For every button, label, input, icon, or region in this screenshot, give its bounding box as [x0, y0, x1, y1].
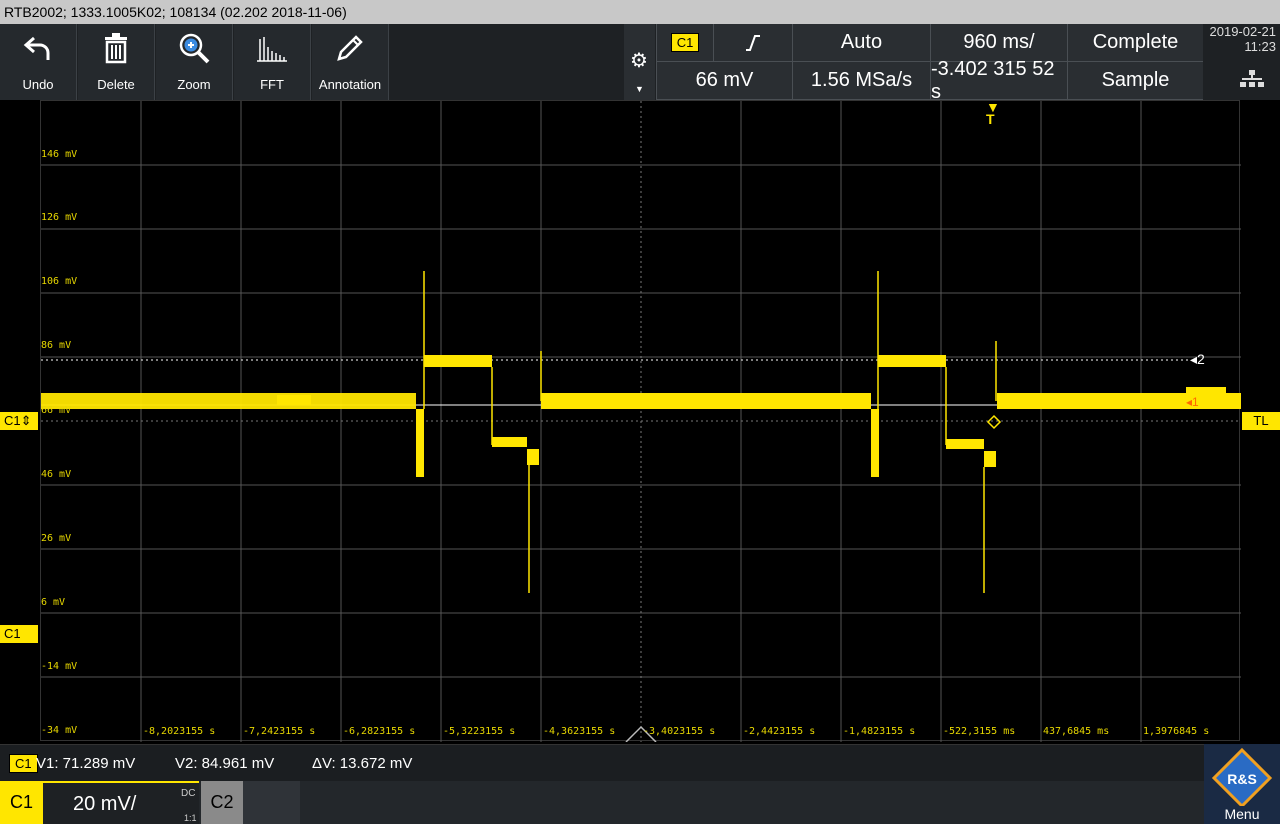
undo-label: Undo: [22, 77, 54, 92]
x-axis-label: -2,4423155 s: [743, 726, 816, 737]
cursor-measurements-bar: C1 V1: 71.289 mV V2: 84.961 mV ΔV: 13.67…: [0, 744, 1280, 781]
trigger-mode-cell[interactable]: Auto: [792, 24, 930, 62]
trigger-position-cell[interactable]: -3.402 315 52 s: [930, 58, 1067, 103]
v2-readout: V2: 84.961 mV: [175, 755, 275, 772]
svg-text:R&S: R&S: [1227, 771, 1257, 787]
undo-icon: [0, 30, 76, 66]
y-axis-label: 26 mV: [41, 533, 72, 544]
x-axis-label: -7,2423155 s: [243, 726, 316, 737]
y-axis-label: 106 mV: [41, 276, 78, 287]
y-axis-label: 6 mV: [41, 597, 66, 608]
c1-offset-text: C1: [4, 626, 21, 641]
y-axis-label: 86 mV: [41, 340, 72, 351]
x-axis-label: -4,3623155 s: [543, 726, 616, 737]
annotation-label: Annotation: [318, 77, 382, 92]
trigger-marker-label: T: [986, 111, 995, 127]
channel-2-settings[interactable]: [243, 781, 300, 824]
x-axis-label: 1,3976845 s: [1143, 726, 1210, 737]
delete-label: Delete: [97, 77, 135, 92]
gear-icon: ⚙: [630, 50, 648, 72]
x-axis-label: -3,4023155 s: [643, 726, 716, 737]
annotation-button[interactable]: Annotation: [312, 24, 389, 100]
cursor-1-label[interactable]: ◂1: [1186, 395, 1199, 409]
y-axis-label: 146 mV: [41, 149, 78, 160]
datetime: 2019-02-21 11:23: [1204, 24, 1277, 54]
channel-1-offset-marker[interactable]: C1: [0, 625, 38, 643]
y-axis-label: 126 mV: [41, 212, 78, 223]
trash-icon: [78, 30, 154, 66]
undo-button[interactable]: Undo: [0, 24, 77, 100]
zoom-icon: [156, 30, 232, 66]
rohde-schwarz-logo-icon: R&S: [1211, 747, 1273, 809]
y-axis-label: -14 mV: [41, 661, 78, 672]
v1-readout: V1: 71.289 mV: [36, 755, 136, 772]
time-text: 11:23: [1244, 39, 1276, 54]
x-axis-label: -6,2823155 s: [343, 726, 416, 737]
x-axis-label: 437,6845 ms: [1043, 726, 1110, 737]
fft-icon: [234, 30, 310, 66]
fft-label: FFT: [260, 77, 284, 92]
c1-level-text: C1: [4, 413, 21, 428]
channel-1-probe-ratio: 1:1: [184, 813, 197, 823]
y-axis-label: 46 mV: [41, 469, 72, 480]
delta-v-readout: ΔV: 13.672 mV: [312, 755, 413, 772]
y-axis-label: 66 mV: [41, 405, 72, 416]
title-bar: RTB2002; 1333.1005K02; 108134 (02.202 20…: [0, 0, 1280, 24]
settings-button[interactable]: ⚙ ▼: [624, 24, 655, 100]
channel-1-level-marker[interactable]: C1⇕: [0, 412, 38, 430]
x-axis-label: -5,3223155 s: [443, 726, 516, 737]
channel-1-settings[interactable]: 20 mV/ DC 1:1: [43, 781, 199, 824]
chevron-down-icon: ▼: [635, 84, 644, 94]
network-icon: [1240, 70, 1264, 93]
trigger-level-cell[interactable]: 66 mV: [656, 62, 792, 100]
x-axis-label: -522,3155 ms: [943, 726, 1016, 737]
channel-1-coupling: DC: [181, 788, 196, 799]
y-axis-label: -34 mV: [41, 725, 78, 736]
x-axis-label: -8,2023155 s: [143, 726, 216, 737]
waveform-display[interactable]: [40, 100, 1241, 742]
zoom-label: Zoom: [177, 77, 211, 92]
acquisition-mode-cell[interactable]: Sample: [1067, 62, 1203, 100]
cursor-2-number: 2: [1197, 351, 1205, 367]
trigger-point-marker: [986, 414, 1002, 430]
channel-1-scale: 20 mV/: [73, 793, 137, 815]
channel-bar: C1 20 mV/ DC 1:1 C2: [0, 781, 1280, 824]
measurement-channel-badge: C1: [9, 754, 38, 773]
menu-button[interactable]: R&S Menu: [1204, 744, 1280, 824]
date-text: 2019-02-21: [1209, 24, 1277, 39]
rising-edge-icon: [746, 34, 760, 51]
channel-badge: C1: [670, 33, 700, 52]
fft-button[interactable]: FFT: [234, 24, 311, 100]
timebase-cell[interactable]: 960 ms/: [930, 24, 1067, 62]
menu-label: Menu: [1224, 806, 1260, 822]
channel-2-button[interactable]: C2: [201, 781, 243, 824]
zoom-button[interactable]: Zoom: [156, 24, 233, 100]
cursor-2-label[interactable]: ◂2: [1190, 351, 1205, 368]
trigger-source-cell[interactable]: C1: [656, 24, 713, 62]
waveform-svg: [41, 101, 1241, 742]
pencil-icon: [312, 30, 388, 66]
x-axis-label: -1,4823155 s: [843, 726, 916, 737]
delete-button[interactable]: Delete: [78, 24, 155, 100]
acquisition-state-cell[interactable]: Complete: [1067, 24, 1203, 62]
trigger-position-marker[interactable]: ▼ T: [986, 100, 1000, 127]
cursor-1-number: 1: [1192, 395, 1199, 409]
channel-1-button[interactable]: C1: [0, 781, 43, 824]
sample-rate-cell[interactable]: 1.56 MSa/s: [792, 62, 930, 100]
trigger-slope-cell[interactable]: [713, 24, 792, 62]
trigger-level-marker[interactable]: TL: [1242, 412, 1280, 430]
